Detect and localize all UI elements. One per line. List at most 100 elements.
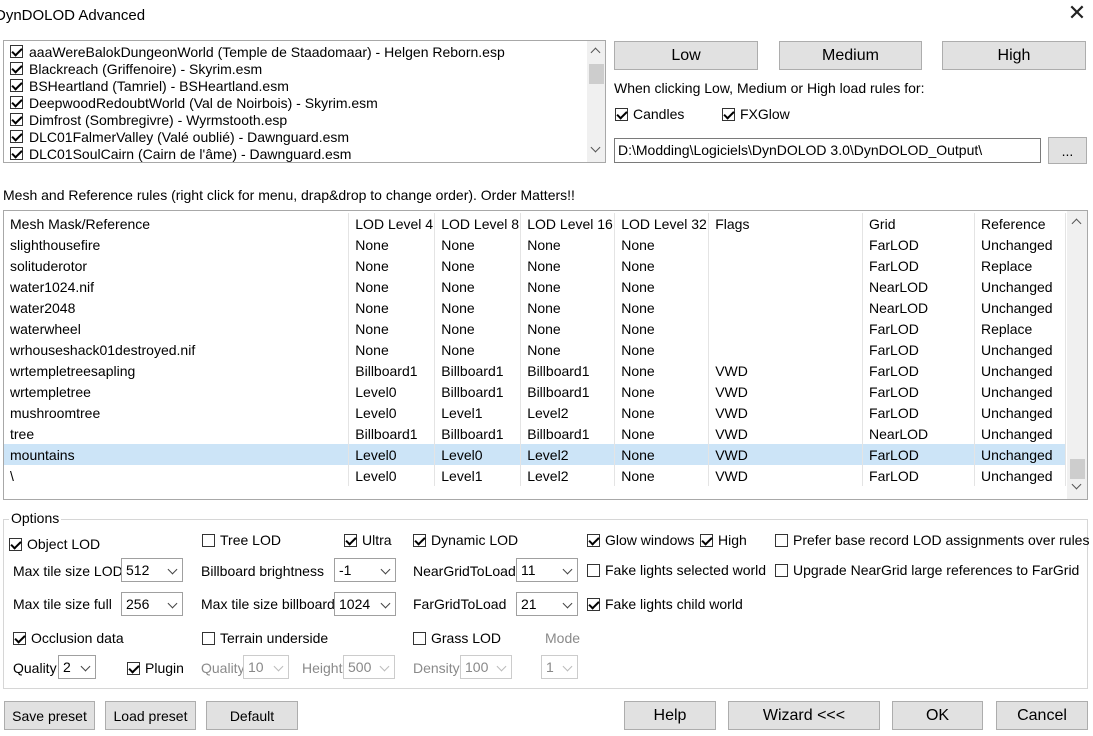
worldspace-checkbox[interactable] [10,96,23,109]
mode-select[interactable]: 1 [541,655,578,679]
worldspace-item[interactable]: Blackreach (Griffenoire) - Skyrim.esm [10,60,262,77]
tree-lod-check[interactable] [202,533,215,547]
fake-lights-selected-checkbox[interactable]: Fake lights selected world [587,562,766,578]
fake-lights-child-checkbox[interactable]: Fake lights child world [587,596,743,612]
worldspace-checkbox[interactable] [10,130,23,143]
rules-table[interactable]: Mesh Mask/Reference LOD Level 4 LOD Level … [3,210,1088,500]
worldspace-scrollbar[interactable] [587,41,605,162]
high-check[interactable] [700,533,713,547]
plugin-check[interactable] [127,661,140,675]
object-lod-check[interactable] [9,537,22,551]
load-preset-button[interactable]: Load preset [105,701,196,730]
column-header[interactable]: Grid [862,213,975,234]
scroll-up-icon[interactable] [590,47,601,58]
scroll-up-icon[interactable] [1071,218,1082,229]
terrain-quality-select[interactable]: 10 [243,655,289,679]
worldspace-item[interactable]: DLC01SoulCairn (Cairn de l'âme) - Dawngu… [10,145,351,162]
rules-scrollbar[interactable] [1067,211,1087,499]
table-row[interactable]: tree Billboard1 Billboard1 Billboard1 None VW… [4,423,1067,444]
cancel-button[interactable]: Cancel [996,701,1088,730]
occlusion-checkbox[interactable]: Occlusion data [13,630,124,646]
table-row[interactable]: waterwheel None None None None FarLOD Replace [4,318,1067,339]
table-row[interactable]: slighthousefire None None None None FarLOD Unc… [4,234,1067,255]
terrain-underside-checkbox[interactable]: Terrain underside [202,630,328,646]
low-button[interactable]: Low [614,41,758,70]
table-row[interactable]: water2048 None None None None NearLOD Unchange… [4,297,1067,318]
object-lod-checkbox[interactable]: Object LOD [9,536,100,552]
prefer-base-check[interactable] [775,533,788,547]
table-row[interactable]: mountains Level0 Level0 Level2 None VWD FarLOD… [4,444,1067,465]
grass-density-select[interactable]: 100 [460,655,512,679]
fake-lights-selected-check[interactable] [587,563,600,577]
quality-select[interactable]: 2 [58,655,96,679]
dynamic-lod-check[interactable] [413,533,426,547]
browse-button[interactable]: ... [1048,137,1087,164]
worldspace-item[interactable]: Dimfrost (Sombregivre) - Wyrmstooth.esp [10,111,287,128]
max-tile-lod-select[interactable]: 512 [121,558,183,582]
max-tile-full-select[interactable]: 256 [121,592,183,616]
near-grid-select[interactable]: 11 [516,558,578,582]
column-header[interactable]: LOD Level 32 [614,213,710,234]
dynamic-lod-checkbox[interactable]: Dynamic LOD [413,532,518,548]
worldspace-item[interactable]: DeepwoodRedoubtWorld (Val de Noirbois) -… [10,94,378,111]
upgrade-neargrid-checkbox[interactable]: Upgrade NearGrid large references to Far… [775,562,1079,578]
fake-lights-child-check[interactable] [587,597,600,611]
table-row[interactable]: wrhouseshack01destroyed.nif None None None N… [4,339,1067,360]
terrain-underside-check[interactable] [202,631,215,645]
scroll-down-icon[interactable] [590,142,601,153]
column-header[interactable]: LOD Level 8 [434,213,522,234]
tree-lod-checkbox[interactable]: Tree LOD [202,532,281,548]
worldspace-checkbox[interactable] [10,79,23,92]
worldspace-list[interactable]: aaaWereBalokDungeonWorld (Temple de Staa… [3,40,606,163]
table-row[interactable]: wrtempletreesapling Billboard1 Billboard1 B… [4,360,1067,381]
ultra-checkbox[interactable]: Ultra [344,532,392,548]
ultra-check[interactable] [344,533,357,547]
table-row[interactable]: wrtempletree Level0 Billboard1 Billboard1 No… [4,381,1067,402]
column-header[interactable]: LOD Level 16 [520,213,616,234]
help-button[interactable]: Help [624,701,716,730]
table-row[interactable]: water1024.nif None None None None NearLOD Unch… [4,276,1067,297]
high-button[interactable]: High [942,41,1086,70]
table-row[interactable]: \ Level0 Level1 Level2 None VWD FarLOD Unchange… [4,465,1067,486]
table-row[interactable]: solituderotor None None None None FarLOD Repla… [4,255,1067,276]
worldspace-checkbox[interactable] [10,62,23,75]
worldspace-item[interactable]: DLC01FalmerValley (Valé oublié) - Dawngu… [10,128,349,145]
high-checkbox[interactable]: High [700,532,747,548]
column-header[interactable]: Flags [708,213,864,234]
worldspace-checkbox[interactable] [10,147,23,160]
medium-button[interactable]: Medium [779,41,922,70]
occlusion-check[interactable] [13,631,26,645]
scroll-down-icon[interactable] [1071,479,1082,490]
grass-lod-checkbox[interactable]: Grass LOD [413,630,501,646]
scroll-thumb[interactable] [589,64,604,84]
column-header[interactable]: Mesh Mask/Reference [4,213,350,234]
worldspace-item[interactable]: BSHeartland (Tamriel) - BSHeartland.esm [10,77,289,94]
prefer-base-checkbox[interactable]: Prefer base record LOD assignments over … [775,532,1089,548]
fxglow-checkbox[interactable]: FXGlow [722,106,790,122]
upgrade-neargrid-check[interactable] [775,563,788,577]
worldspace-item[interactable]: aaaWereBalokDungeonWorld (Temple de Staa… [10,43,505,60]
worldspace-checkbox[interactable] [10,113,23,126]
plugin-checkbox[interactable]: Plugin [127,660,184,676]
wizard-button[interactable]: Wizard <<< [728,701,880,730]
scroll-thumb[interactable] [1070,459,1085,479]
worldspace-checkbox[interactable] [10,45,23,58]
default-button[interactable]: Default [206,701,298,730]
far-grid-select[interactable]: 21 [516,592,578,616]
billboard-brightness-select[interactable]: -1 [334,558,396,582]
candles-check[interactable] [615,107,628,121]
fxglow-check[interactable] [722,107,735,121]
table-row[interactable]: mushroomtree Level0 Level1 Level2 None VWD Far… [4,402,1067,423]
glow-windows-checkbox[interactable]: Glow windows [587,532,694,548]
candles-checkbox[interactable]: Candles [615,106,684,122]
terrain-height-select[interactable]: 500 [343,655,395,679]
max-tile-billboard-select[interactable]: 1024 [334,592,396,616]
ok-button[interactable]: OK [892,701,983,730]
column-header[interactable]: LOD Level 4 [348,213,436,234]
close-icon[interactable]: ✕ [1066,2,1088,24]
grass-lod-check[interactable] [413,631,426,645]
glow-windows-check[interactable] [587,533,600,547]
column-header[interactable]: Reference [974,213,1067,234]
save-preset-button[interactable]: Save preset [4,701,95,730]
output-path-field[interactable]: D:\Modding\Logiciels\DynDOLOD 3.0\DynDOL… [614,138,1041,163]
